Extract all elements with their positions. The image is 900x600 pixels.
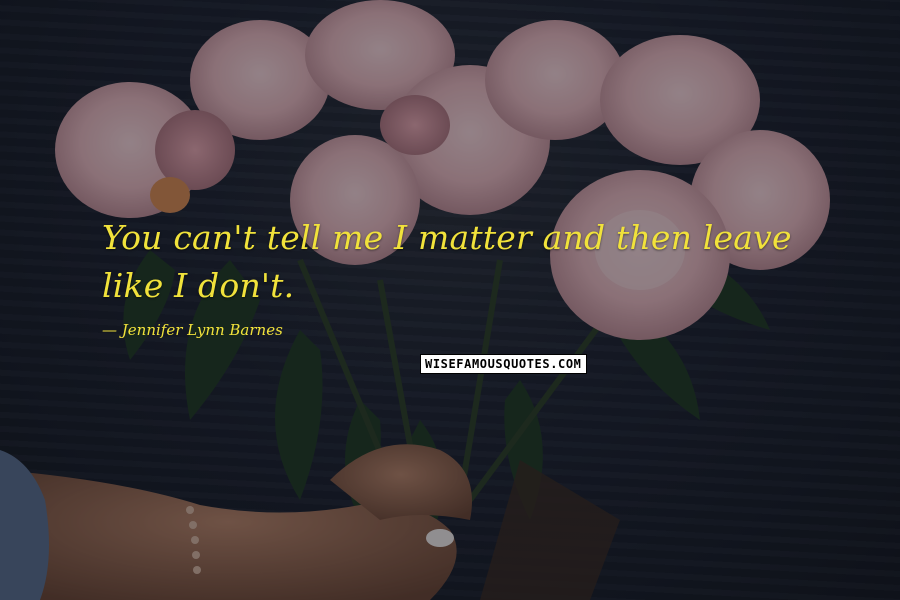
quote-text: You can't tell me I matter and then leav… <box>102 218 792 305</box>
site-watermark: WISEFAMOUSQUOTES.COM <box>420 354 587 374</box>
quote-author: — Jennifer Lynn Barnes <box>102 321 283 339</box>
quote-card: You can't tell me I matter and then leav… <box>0 0 900 600</box>
